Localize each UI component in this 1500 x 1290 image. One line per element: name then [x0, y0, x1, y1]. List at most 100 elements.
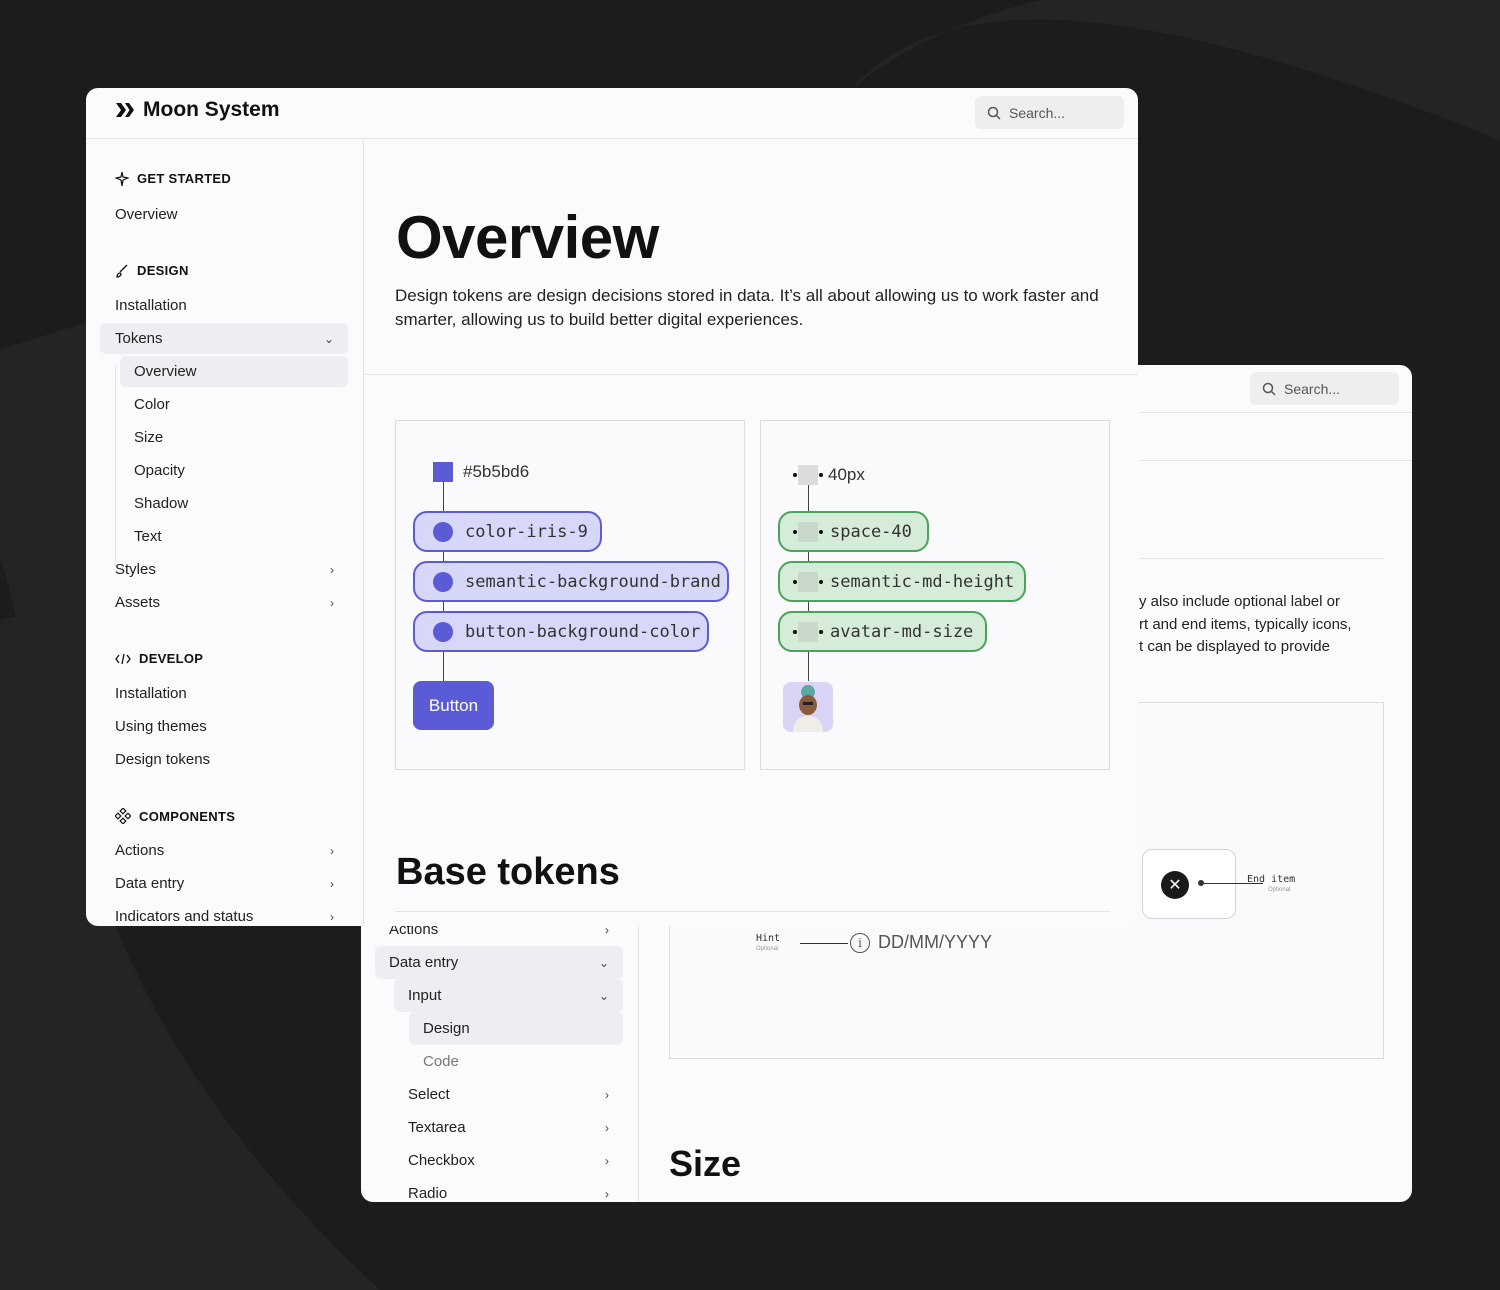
input-end-chip: ✕ — [1142, 849, 1236, 919]
nav-item-textarea[interactable]: Textarea › — [394, 1111, 623, 1144]
avatar — [783, 682, 833, 732]
search-placeholder: Search... — [1284, 380, 1341, 397]
hint-sublabel: Optional — [756, 946, 779, 952]
token-dot-icon — [433, 621, 453, 642]
submenu-rule — [115, 366, 116, 566]
nav-item-checkbox[interactable]: Checkbox › — [394, 1144, 623, 1177]
end-item-label: End item — [1247, 874, 1296, 885]
description-fragment: y also include optional label or rt and … — [1139, 591, 1399, 659]
token-dot-icon — [433, 571, 453, 592]
section-title-size: Size — [669, 1143, 742, 1184]
sidebar-subitem-overview[interactable]: Overview — [120, 356, 348, 387]
sidebar-subitem-size[interactable]: Size — [120, 422, 348, 453]
sidebar-subitem-text[interactable]: Text — [120, 521, 348, 552]
size-square-icon — [793, 571, 823, 592]
top-header: Moon System Search... — [86, 88, 1138, 139]
app-logo[interactable]: Moon System — [115, 98, 280, 122]
chevron-right-icon: › — [605, 1153, 609, 1168]
divider — [395, 911, 1110, 912]
sidebar-item-assets[interactable]: Assets › — [100, 587, 348, 618]
connector-line — [800, 943, 848, 944]
nav-item-radio[interactable]: Radio › — [394, 1177, 623, 1202]
components-icon — [115, 808, 131, 824]
sidebar-item-tokens[interactable]: Tokens ⌄ — [100, 323, 348, 354]
sidebar-item-using-themes[interactable]: Using themes — [100, 711, 348, 742]
size-square-icon — [793, 521, 823, 542]
size-value-row: 40px — [793, 465, 865, 485]
size-square-icon — [793, 465, 823, 485]
sidebar-item-indicators[interactable]: Indicators and status › — [100, 901, 348, 926]
demo-button[interactable]: Button — [413, 681, 494, 730]
size-value: 40px — [828, 465, 865, 484]
token-pill: color-iris-9 — [413, 511, 602, 552]
sidebar-item-installation[interactable]: Installation — [100, 290, 348, 321]
search-box[interactable]: Search... — [975, 96, 1124, 129]
sparkle-icon — [115, 171, 129, 186]
text-line: t can be displayed to provide — [1139, 638, 1330, 655]
sidebar: GET STARTED Overview DESIGN Installation… — [86, 139, 364, 926]
hint-label: Hint — [756, 933, 781, 944]
avatar-illustration — [783, 682, 833, 732]
chevron-right-icon: › — [605, 1186, 609, 1201]
token-pill: semantic-background-brand — [413, 561, 729, 602]
info-icon: i — [850, 933, 870, 953]
secondary-sidebar-nav: Actions › Data entry ⌄ Input ⌄ Design Code … — [375, 913, 623, 1202]
page-title: Overview — [396, 204, 659, 271]
chevron-right-icon: › — [330, 562, 334, 577]
text-line: y also include optional label or — [1139, 593, 1340, 610]
section-get-started: GET STARTED — [115, 171, 231, 186]
main-window: Moon System Search... GET STARTED Overvi… — [86, 88, 1138, 926]
hex-value-row: #5b5bd6 — [433, 462, 529, 482]
divider — [1139, 558, 1384, 559]
sidebar-item-overview[interactable]: Overview — [100, 199, 348, 230]
search-icon — [987, 106, 1001, 120]
divider — [1139, 460, 1412, 461]
chevron-right-icon: › — [330, 595, 334, 610]
code-icon — [115, 653, 131, 664]
chevron-right-icon: › — [330, 843, 334, 858]
section-design: DESIGN — [115, 263, 189, 278]
chevron-down-icon: ⌄ — [598, 988, 609, 1003]
nav-item-data-entry[interactable]: Data entry ⌄ — [375, 946, 623, 979]
nav-item-input[interactable]: Input ⌄ — [394, 979, 623, 1012]
sidebar-border — [638, 905, 639, 1202]
search-placeholder: Search... — [1009, 104, 1066, 121]
nav-item-select[interactable]: Select › — [394, 1078, 623, 1111]
sidebar-item-dev-installation[interactable]: Installation — [100, 678, 348, 709]
token-dot-icon — [433, 521, 453, 542]
hex-value: #5b5bd6 — [463, 462, 530, 481]
section-title-base-tokens: Base tokens — [396, 851, 620, 893]
end-item-sublabel: Optional — [1268, 887, 1291, 893]
search-icon — [1262, 382, 1276, 396]
token-pill: button-background-color — [413, 611, 709, 652]
section-develop: DEVELOP — [115, 651, 203, 666]
nav-item-design[interactable]: Design — [409, 1012, 623, 1045]
chevron-down-icon: ⌄ — [323, 331, 334, 346]
token-pill: avatar-md-size — [778, 611, 987, 652]
brush-icon — [116, 264, 128, 278]
page-description: Design tokens are design decisions store… — [395, 286, 1099, 329]
chevron-right-icon: › — [330, 876, 334, 891]
sidebar-item-styles[interactable]: Styles › — [100, 554, 348, 585]
chevron-down-icon: ⌄ — [598, 955, 609, 970]
sidebar-item-actions[interactable]: Actions › — [100, 835, 348, 866]
sidebar-subitem-color[interactable]: Color — [120, 389, 348, 420]
color-swatch — [433, 462, 453, 482]
search-box-secondary[interactable]: Search... — [1250, 372, 1399, 405]
app-name: Moon System — [143, 98, 280, 121]
date-placeholder: DD/MM/YYYY — [878, 932, 993, 952]
nav-item-code[interactable]: Code — [409, 1045, 623, 1078]
sidebar-item-data-entry[interactable]: Data entry › — [100, 868, 348, 899]
chevron-right-icon: › — [605, 1087, 609, 1102]
moon-logo-icon — [116, 103, 134, 117]
sidebar-subitem-shadow[interactable]: Shadow — [120, 488, 348, 519]
color-token-diagram: #5b5bd6 color-iris-9 semantic-background… — [395, 420, 745, 770]
sidebar-subitem-opacity[interactable]: Opacity — [120, 455, 348, 486]
close-icon: ✕ — [1161, 871, 1189, 899]
sidebar-item-design-tokens[interactable]: Design tokens — [100, 744, 348, 775]
token-pill: semantic-md-height — [778, 561, 1026, 602]
token-pill: space-40 — [778, 511, 929, 552]
divider — [365, 374, 1138, 375]
size-token-diagram: 40px space-40 semantic-md-height avatar-… — [760, 420, 1110, 770]
divider — [1139, 412, 1412, 413]
